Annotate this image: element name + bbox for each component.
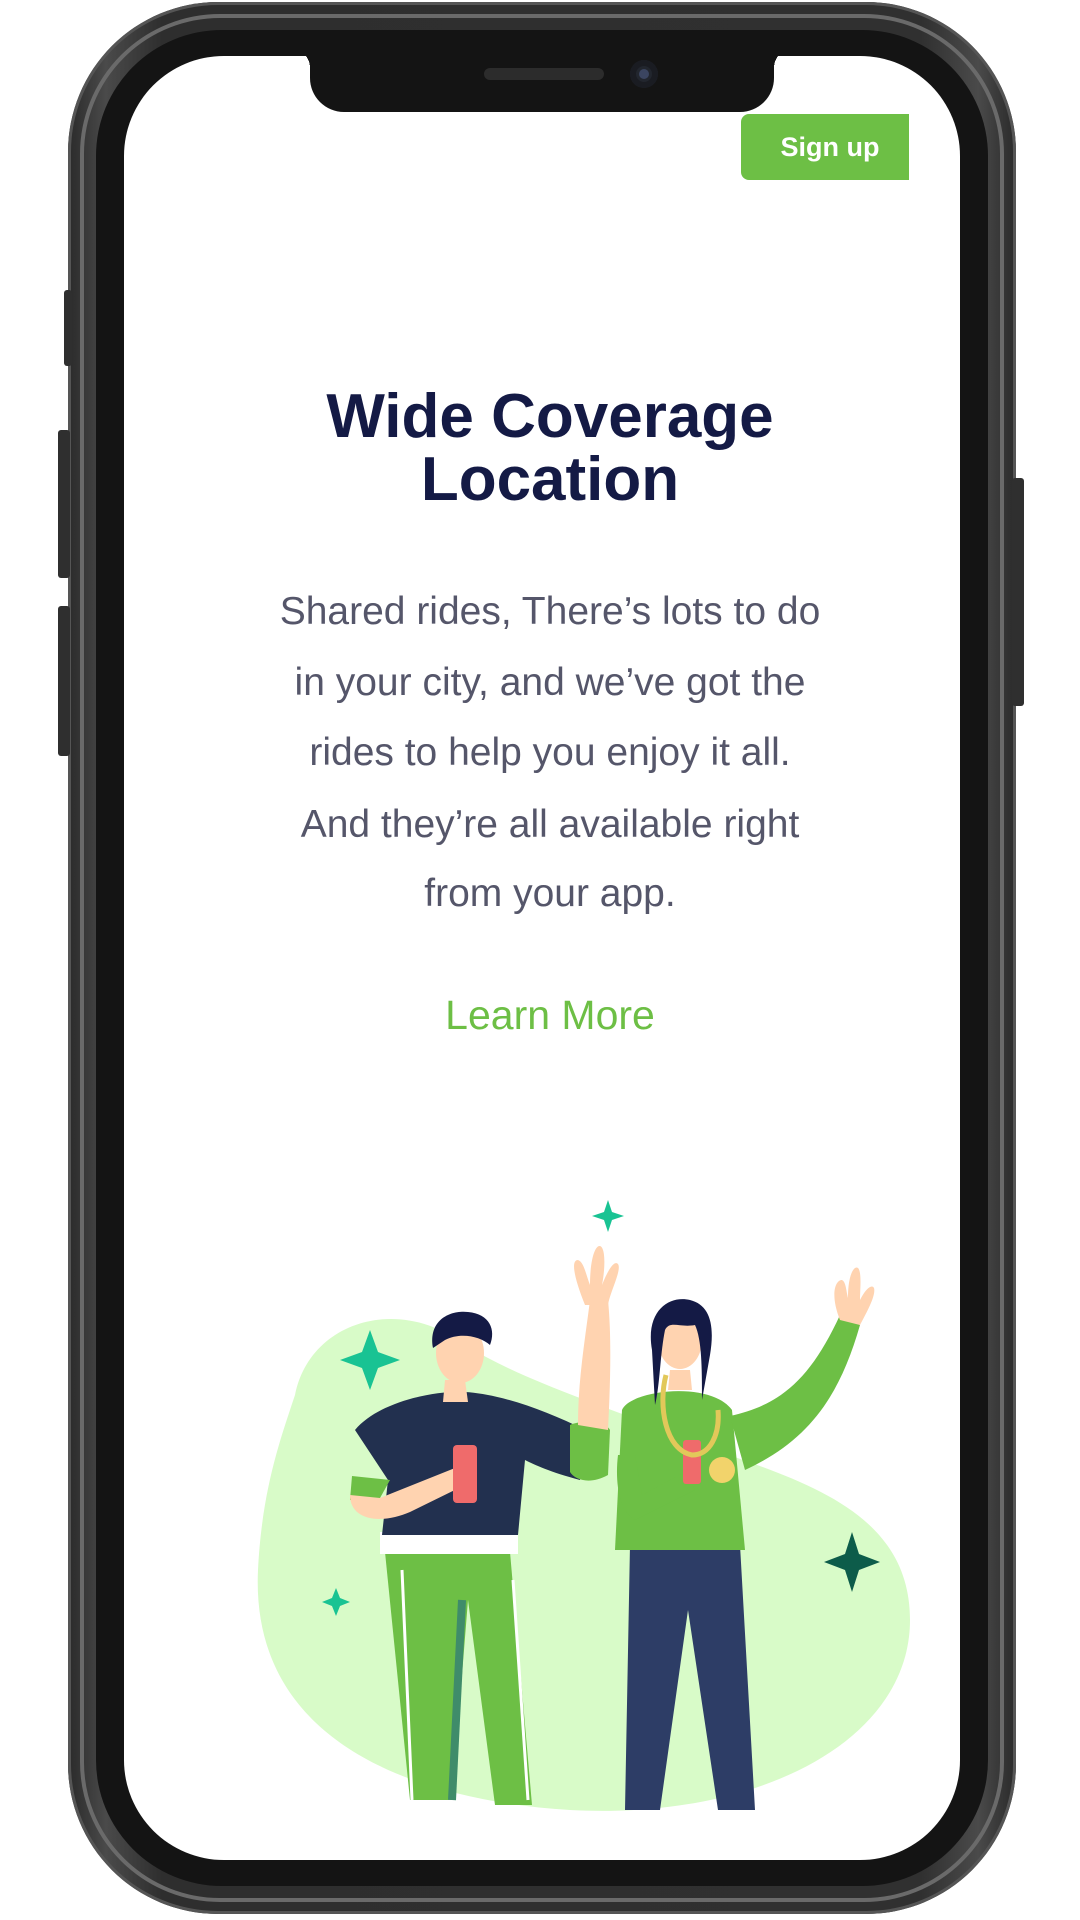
signup-button[interactable]: Sign up [741, 114, 909, 180]
phone-volume-down-button [58, 606, 70, 756]
description-line-5: from your app. [424, 872, 676, 915]
earpiece-speaker [484, 68, 604, 80]
description-line-2: in your city, and we’ve got the [294, 661, 806, 704]
phone-mute-switch [64, 290, 72, 366]
description-line-3: rides to help you enjoy it all. [309, 731, 791, 774]
page-title-line-1: Wide Coverage [326, 382, 774, 451]
friends-waving-illustration [257, 1200, 910, 1811]
phone-power-button [1012, 478, 1024, 706]
learn-more-link[interactable]: Learn More [350, 992, 750, 1039]
description-line-4: And they’re all available right [300, 803, 800, 846]
phone-notch [290, 48, 794, 112]
description-line-1: Shared rides, There’s lots to do [279, 590, 821, 633]
sparkle-icon [592, 1200, 624, 1232]
page-title-line-2: Location [420, 445, 680, 514]
front-camera-icon [630, 60, 658, 88]
phone-volume-up-button [58, 430, 70, 578]
